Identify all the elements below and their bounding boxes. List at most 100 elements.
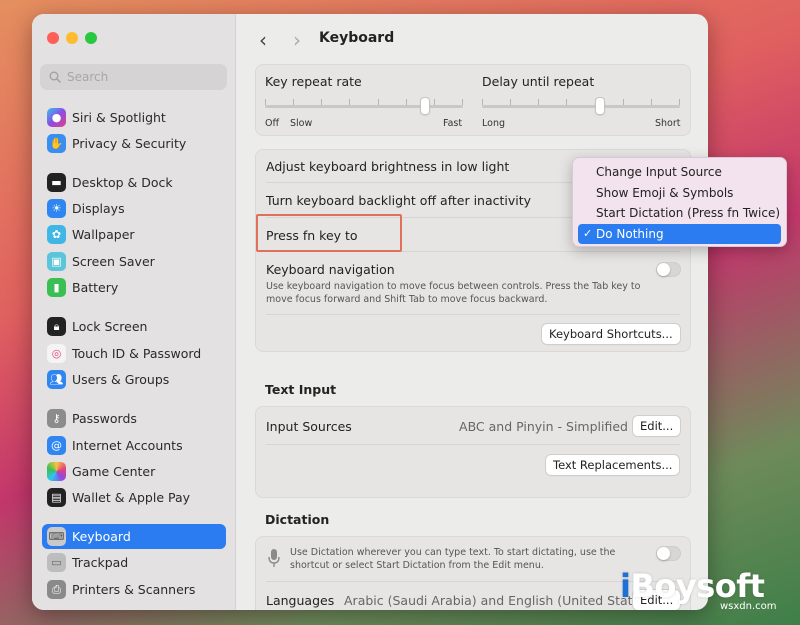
slider-tick (406, 99, 407, 105)
window-controls (47, 32, 97, 44)
slider-tick (434, 99, 435, 105)
sidebar-item-label: Game Center (72, 464, 156, 479)
sidebar-item-keyboard[interactable]: ⌨ Keyboard (42, 524, 226, 549)
sidebar-item-label: Wallpaper (72, 227, 135, 242)
battery-icon: ▮ (47, 278, 66, 297)
sidebar-item-printers[interactable]: ⎙ Printers & Scanners (42, 577, 226, 602)
text-input-group: Input Sources ABC and Pinyin - Simplifie… (255, 406, 691, 498)
forward-button[interactable]: › (287, 28, 307, 52)
search-field[interactable] (40, 64, 227, 90)
text-replacements-button[interactable]: Text Replacements... (546, 455, 680, 475)
sidebar-item-wallet[interactable]: ▤ Wallet & Apple Pay (42, 485, 226, 510)
sidebar-item-label: Displays (72, 201, 125, 216)
slider-tick (349, 99, 350, 105)
sidebar-item-battery[interactable]: ▮ Battery (42, 275, 226, 300)
users-icon: 👥︎ (47, 370, 66, 389)
keyboard-navigation-toggle[interactable] (656, 262, 681, 277)
slider-tick (510, 99, 511, 105)
menu-item-label: Start Dictation (Press fn Twice) (596, 206, 781, 221)
close-button[interactable] (47, 32, 59, 44)
slider-tick (462, 99, 463, 105)
sidebar-item-screen-saver[interactable]: ▣ Screen Saver (42, 249, 226, 274)
fingerprint-icon: ◎ (47, 344, 66, 363)
sidebar-item-wallpaper[interactable]: ✿ Wallpaper (42, 222, 226, 247)
delay-short: Short (655, 118, 681, 129)
menu-item-label: Do Nothing (596, 226, 664, 241)
sidebar-item-label: Trackpad (72, 555, 129, 570)
sidebar-item-label: Desktop & Dock (72, 175, 173, 190)
sidebar-item-lock-screen[interactable]: 🔒︎ Lock Screen (42, 314, 226, 339)
sidebar: ● Siri & Spotlight ✋ Privacy & Security … (32, 14, 236, 610)
delay-long: Long (482, 118, 505, 129)
sidebar-item-privacy-security[interactable]: ✋ Privacy & Security (42, 131, 226, 156)
settings-window: ● Siri & Spotlight ✋ Privacy & Security … (32, 14, 708, 610)
slider-tick (482, 99, 483, 105)
menu-item-label: Change Input Source (596, 165, 722, 180)
sidebar-item-label: Battery (72, 280, 119, 295)
sidebar-item-passwords[interactable]: ⚷ Passwords (42, 406, 226, 431)
sidebar-item-label: Internet Accounts (72, 438, 183, 453)
sidebar-item-trackpad[interactable]: ▭ Trackpad (42, 550, 226, 575)
sidebar-item-game-center[interactable]: Game Center (42, 459, 226, 484)
sidebar-item-users-groups[interactable]: 👥︎ Users & Groups (42, 367, 226, 392)
printer-icon: ⎙ (47, 580, 66, 599)
minimize-button[interactable] (66, 32, 78, 44)
dictation-toggle[interactable] (656, 546, 681, 561)
sidebar-item-desktop-dock[interactable]: ▬ Desktop & Dock (42, 170, 226, 195)
key-repeat-thumb[interactable] (421, 98, 429, 114)
source-url: wsxdn.com (720, 601, 777, 612)
sidebar-item-internet-accounts[interactable]: @ Internet Accounts (42, 433, 226, 458)
keyboard-shortcuts-button[interactable]: Keyboard Shortcuts... (542, 324, 680, 344)
repeat-group: Key repeat rate Delay until repeat Off S… (255, 64, 691, 136)
sidebar-item-touch-id[interactable]: ◎ Touch ID & Password (42, 341, 226, 366)
back-button[interactable]: ‹ (253, 28, 273, 52)
menu-item-show-emoji[interactable]: Show Emoji & Symbols (578, 183, 781, 204)
delay-thumb[interactable] (596, 98, 604, 114)
sidebar-item-displays[interactable]: ☀ Displays (42, 196, 226, 221)
key-repeat-slow: Slow (290, 118, 313, 129)
sidebar-item-label: Wallet & Apple Pay (72, 490, 191, 505)
trackpad-icon: ▭ (47, 553, 66, 572)
slider-tick (538, 99, 539, 105)
languages-value: Arabic (Saudi Arabia) and English (Unite… (344, 593, 652, 608)
zoom-button[interactable] (85, 32, 97, 44)
at-icon: @ (47, 436, 66, 455)
slider-tick (378, 99, 379, 105)
menu-item-start-dictation[interactable]: Start Dictation (Press fn Twice) (578, 203, 781, 224)
slider-tick (679, 99, 680, 105)
input-sources-value: ABC and Pinyin - Simplified (459, 419, 628, 434)
keyboard-navigation-label: Keyboard navigation (266, 262, 395, 277)
microphone-icon (268, 549, 280, 567)
iboysoft-watermark: iBoysoft (620, 567, 765, 605)
slider-tick (623, 99, 624, 105)
sidebar-item-label: Keyboard (72, 529, 131, 544)
sidebar-item-label: Privacy & Security (72, 136, 187, 151)
delay-slider[interactable] (482, 97, 680, 119)
slider-tick (566, 99, 567, 105)
fn-key-highlight-box (256, 214, 402, 252)
slider-tick (321, 99, 322, 105)
text-input-title: Text Input (265, 382, 337, 397)
dictation-description: Use Dictation wherever you can type text… (290, 547, 616, 571)
sidebar-item-label: Passwords (72, 411, 137, 426)
menu-item-change-input-source[interactable]: Change Input Source (578, 162, 781, 183)
keyboard-icon: ⌨ (47, 527, 66, 546)
key-repeat-label: Key repeat rate (265, 74, 362, 89)
slider-tick (651, 99, 652, 105)
sidebar-item-label: Users & Groups (72, 372, 170, 387)
slider-tick (293, 99, 294, 105)
input-sources-edit-button[interactable]: Edit... (633, 416, 681, 436)
sidebar-item-label: Lock Screen (72, 319, 148, 334)
search-input[interactable] (67, 70, 207, 84)
sidebar-item-siri-spotlight[interactable]: ● Siri & Spotlight (42, 105, 226, 130)
watermark-text: Boysoft (630, 567, 765, 605)
dock-icon: ▬ (47, 173, 66, 192)
key-repeat-fast: Fast (443, 118, 463, 129)
key-repeat-slider[interactable] (265, 97, 463, 119)
menu-item-do-nothing[interactable]: ✓ Do Nothing (578, 223, 781, 244)
sun-icon: ☀ (47, 199, 66, 218)
lock-icon: 🔒︎ (47, 317, 66, 336)
dictation-title: Dictation (265, 512, 330, 527)
delay-label: Delay until repeat (482, 74, 595, 89)
flower-icon: ✿ (47, 225, 66, 244)
